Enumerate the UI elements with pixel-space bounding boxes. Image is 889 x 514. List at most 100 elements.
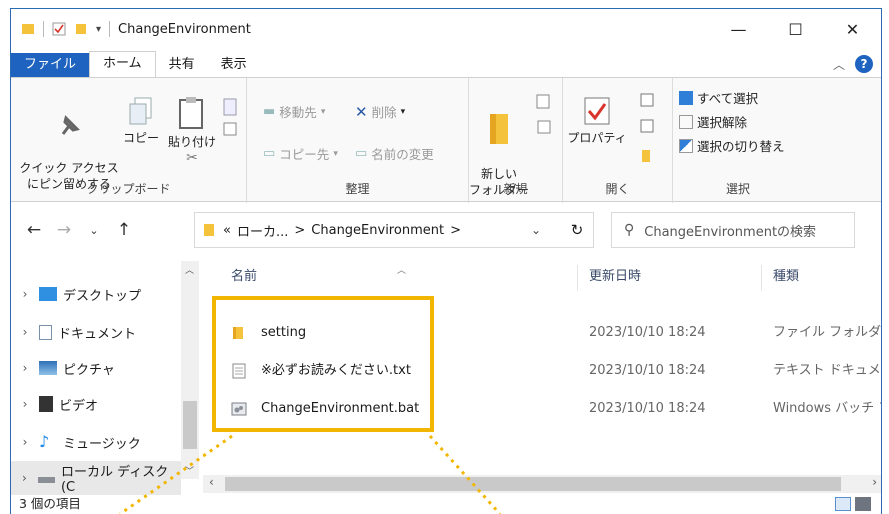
up-icon[interactable]: ↑ [109, 220, 139, 240]
horizontal-scrollbar-thumb[interactable] [225, 477, 841, 491]
breadcrumb-local-disk[interactable]: ローカ... [237, 221, 288, 240]
open-icon[interactable] [639, 92, 655, 108]
batch-file-icon [231, 402, 247, 416]
file-name: ChangeEnvironment.bat [261, 401, 420, 416]
select-none-button[interactable]: 選択解除 [679, 112, 747, 131]
copy-to-label: コピー先 [279, 147, 330, 162]
rename-button[interactable]: ▭ 名前の変更 [355, 144, 434, 163]
nav-item-label: ビデオ [59, 398, 99, 414]
tab-share[interactable]: 共有 [156, 53, 208, 77]
move-to-button[interactable]: ▬ 移動先 ▾ [263, 102, 325, 121]
window-controls: — ☐ ✕ [710, 9, 881, 49]
folder-icon [22, 24, 34, 34]
properties-check-icon[interactable] [52, 22, 66, 36]
nav-item-local-disk[interactable]: › ローカル ディスク (C [11, 461, 181, 495]
file-date: 2023/10/10 18:24 [589, 325, 706, 340]
easy-access-icon[interactable] [535, 118, 553, 136]
chevron-right-icon[interactable]: › [11, 325, 39, 339]
file-type: Windows バッチ ファイル [773, 401, 881, 416]
copy-button[interactable]: コピー [121, 96, 161, 146]
file-type: ファイル フォルダー [773, 325, 882, 340]
new-folder-icon[interactable] [74, 22, 88, 36]
horizontal-scrollbar[interactable]: ‹ › [203, 475, 881, 493]
maximize-icon[interactable]: ☐ [767, 9, 824, 49]
customize-toolbar-icon[interactable]: ▾ [96, 24, 101, 35]
tab-file[interactable]: ファイル [11, 53, 90, 77]
recent-locations-icon[interactable]: ⌄ [79, 224, 109, 237]
new-item-icon[interactable] [535, 92, 553, 110]
desktop-icon [39, 287, 57, 301]
breadcrumb-separator[interactable]: > [450, 223, 461, 238]
chevron-right-icon[interactable]: › [11, 397, 39, 411]
tab-home[interactable]: ホーム [89, 51, 156, 77]
breadcrumb-current[interactable]: ChangeEnvironment [311, 223, 444, 238]
file-row[interactable]: setting 2023/10/10 18:24 ファイル フォルダー [203, 315, 882, 351]
column-header-date[interactable]: 更新日時 [589, 259, 641, 295]
history-icon[interactable] [639, 148, 655, 164]
chevron-down-icon: ▾ [320, 106, 326, 117]
scroll-up-icon[interactable]: ︿ [185, 263, 194, 276]
copy-to-button[interactable]: ▭ コピー先 ▾ [263, 144, 338, 163]
file-row[interactable]: ※必ずお読みください.txt 2023/10/10 18:24 テキスト ドキュ… [203, 353, 881, 389]
pin-quick-access-button[interactable]: クイック アクセス にピン留めする [19, 96, 119, 192]
new-folder-icon [490, 114, 508, 144]
scroll-right-icon[interactable]: › [872, 475, 877, 489]
invert-selection-button[interactable]: 選択の切り替え [679, 136, 785, 155]
search-input[interactable]: ⚲ ChangeEnvironmentの検索 [611, 212, 855, 248]
paste-shortcut-icon[interactable] [223, 122, 237, 136]
cut-icon[interactable]: ✂ [165, 150, 219, 166]
delete-button[interactable]: ✕ 削除 ▾ [355, 102, 405, 121]
refresh-icon[interactable]: ↻ [559, 212, 595, 248]
delete-label: 削除 [371, 105, 397, 120]
open-group: プロパティ 開く [563, 78, 673, 203]
nav-scrollbar[interactable]: ︿ ﹀ [181, 261, 199, 479]
close-icon[interactable]: ✕ [824, 9, 881, 49]
breadcrumb-separator[interactable]: > [294, 223, 305, 238]
column-header-name[interactable]: 名前 [231, 259, 257, 295]
new-group-label: 新規 [503, 182, 528, 196]
help-icon[interactable]: ? [855, 55, 873, 73]
drive-icon [37, 477, 55, 483]
file-row[interactable]: ChangeEnvironment.bat 2023/10/10 18:24 W… [203, 391, 881, 427]
select-all-button[interactable]: すべて選択 [679, 88, 758, 107]
details-view-icon[interactable] [835, 497, 851, 511]
tab-view[interactable]: 表示 [208, 53, 260, 77]
chevron-right-icon[interactable]: › [11, 471, 38, 485]
address-dropdown-icon[interactable]: ⌄ [531, 223, 541, 237]
large-icons-view-icon[interactable] [855, 497, 871, 511]
scroll-left-icon[interactable]: ‹ [209, 475, 214, 489]
nav-item-desktop[interactable]: › デスクトップ [11, 277, 181, 311]
copy-icon [129, 97, 152, 125]
nav-item-label: ピクチャ [63, 362, 115, 378]
divider [109, 21, 111, 37]
nav-item-videos[interactable]: › ビデオ [11, 387, 181, 421]
scroll-down-icon[interactable]: ﹀ [185, 464, 194, 477]
copy-to-icon: ▭ [263, 146, 276, 161]
nav-scrollbar-thumb[interactable] [183, 401, 197, 449]
chevron-right-icon[interactable]: › [11, 361, 39, 375]
organize-group-label: 整理 [345, 182, 370, 196]
column-header-type[interactable]: 種類 [773, 259, 799, 295]
paste-button[interactable]: 貼り付け ✂ [165, 96, 219, 166]
nav-item-music[interactable]: › ♪ ミュージック [11, 425, 181, 459]
address-bar[interactable]: « ローカ... > ChangeEnvironment > ⌄ [194, 212, 594, 248]
breadcrumb-overflow[interactable]: « [223, 223, 231, 238]
properties-button[interactable]: プロパティ [565, 96, 629, 146]
column-divider[interactable] [761, 265, 762, 291]
divider [43, 21, 44, 37]
file-date: 2023/10/10 18:24 [589, 401, 706, 416]
chevron-right-icon[interactable]: › [11, 287, 39, 301]
back-icon[interactable]: ← [19, 220, 49, 240]
clipboard-icon [179, 97, 203, 129]
copy-path-icon[interactable] [223, 98, 237, 116]
file-type: テキスト ドキュメント [773, 363, 881, 378]
minimize-icon[interactable]: — [710, 9, 767, 49]
nav-item-documents[interactable]: › ドキュメント [11, 315, 181, 349]
window-title: ChangeEnvironment [118, 21, 251, 37]
forward-icon[interactable]: → [49, 220, 79, 240]
column-divider[interactable] [577, 265, 578, 291]
chevron-right-icon[interactable]: › [11, 435, 39, 449]
edit-icon[interactable] [639, 118, 655, 134]
collapse-ribbon-icon[interactable]: ︿ [833, 56, 845, 73]
nav-item-pictures[interactable]: › ピクチャ [11, 351, 181, 385]
